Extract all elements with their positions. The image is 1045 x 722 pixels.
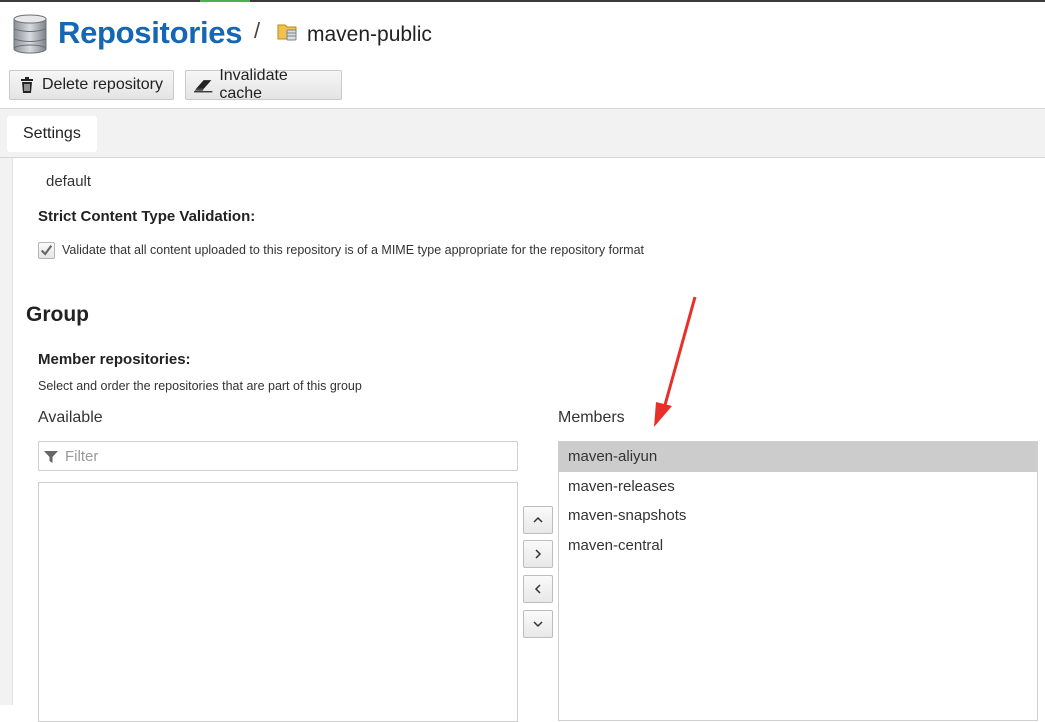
blob-store-value: default (46, 173, 92, 190)
member-repositories-label: Member repositories: (38, 351, 191, 368)
available-label: Available (38, 409, 103, 426)
available-list[interactable] (38, 482, 518, 722)
tab-bar: Settings (0, 108, 1045, 158)
page-header: Repositories / maven-public (0, 2, 1045, 66)
invalidate-cache-button[interactable]: Invalidate cache (185, 67, 342, 102)
checkmark-icon (40, 245, 53, 256)
strict-validation-checkbox[interactable] (38, 242, 55, 259)
filter-field[interactable] (38, 441, 518, 471)
member-item-maven-releases[interactable]: maven-releases (559, 472, 1037, 502)
member-item-maven-snapshots[interactable]: maven-snapshots (559, 501, 1037, 531)
database-icon (13, 14, 47, 54)
repository-name: maven-public (307, 23, 432, 46)
members-list[interactable]: maven-aliyun maven-releases maven-snapsh… (558, 441, 1038, 721)
trash-icon (21, 77, 33, 93)
members-label: Members (558, 409, 625, 426)
delete-repository-label: Delete repository (42, 76, 163, 93)
move-up-button[interactable] (523, 506, 553, 534)
tab-settings[interactable]: Settings (7, 116, 97, 152)
delete-repository-button[interactable]: Delete repository (9, 70, 174, 100)
member-item-maven-central[interactable]: maven-central (559, 531, 1037, 561)
add-member-button[interactable] (523, 540, 553, 568)
breadcrumb-separator: / (254, 18, 261, 43)
member-repositories-help: Select and order the repositories that a… (38, 379, 362, 393)
move-down-button[interactable] (523, 610, 553, 638)
page-title[interactable]: Repositories (58, 15, 242, 51)
chevron-up-icon (533, 516, 543, 523)
group-heading: Group (26, 303, 89, 326)
folder-repo-icon (277, 24, 297, 41)
eraser-icon (194, 80, 213, 93)
remove-member-button[interactable] (523, 575, 553, 603)
filter-input[interactable] (63, 442, 513, 470)
strict-validation-label: Strict Content Type Validation: (38, 208, 256, 225)
chevron-down-icon (533, 621, 543, 628)
chevron-left-icon (534, 584, 541, 594)
left-gutter (0, 158, 13, 705)
member-item-maven-aliyun[interactable]: maven-aliyun (559, 442, 1037, 472)
chevron-right-icon (535, 549, 542, 559)
filter-icon (44, 451, 58, 463)
strict-validation-description: Validate that all content uploaded to th… (62, 243, 645, 257)
invalidate-cache-label: Invalidate cache (219, 67, 288, 102)
